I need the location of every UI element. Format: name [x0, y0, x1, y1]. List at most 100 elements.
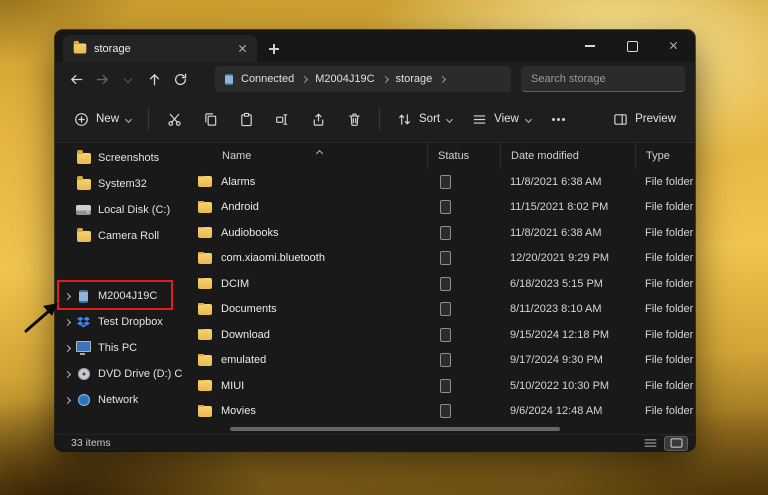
table-row-com-xiaomi-bluetooth[interactable]: com.xiaomi.bluetooth 12/20/2021 9:29 PM … [187, 246, 695, 272]
status-cell [427, 251, 500, 265]
table-row-documents[interactable]: Documents 8/11/2023 8:10 AM File folder [187, 297, 695, 323]
new-button[interactable]: New [65, 103, 140, 135]
delete-button[interactable] [337, 103, 371, 135]
copy-icon [203, 112, 218, 127]
close-button[interactable] [653, 30, 695, 62]
expand-chevron-icon[interactable] [60, 320, 74, 325]
up-button[interactable] [141, 66, 167, 92]
sidebar-item-system32[interactable]: System32 [55, 171, 187, 197]
large-icons-view-button[interactable] [665, 437, 687, 450]
preview-button[interactable]: Preview [604, 103, 685, 135]
chevron-right-icon[interactable] [382, 75, 389, 82]
recent-locations-button[interactable] [115, 66, 141, 92]
paste-button[interactable] [229, 103, 263, 135]
table-row-download[interactable]: Download 9/15/2024 12:18 PM File folder [187, 322, 695, 348]
expand-chevron-icon[interactable] [60, 398, 74, 403]
sidebar-item-m2004j19c[interactable]: M2004J19C [55, 283, 187, 309]
table-row-dcim[interactable]: DCIM 6/18/2023 5:15 PM File folder [187, 271, 695, 297]
back-button[interactable] [63, 66, 89, 92]
folder-icon [198, 278, 212, 289]
more-options-button[interactable] [542, 103, 576, 135]
column-header-status[interactable]: Status [427, 143, 500, 169]
sidebar-item-label: Local Disk (C:) [98, 204, 170, 216]
expand-chevron-icon[interactable] [60, 346, 74, 351]
type-cell: File folder [635, 329, 695, 341]
sidebar-item-local-disk-c[interactable]: Local Disk (C:) [55, 197, 187, 223]
sidebar-item-label: This PC [98, 342, 137, 354]
status-cell [427, 200, 500, 214]
new-tab-button[interactable] [265, 40, 283, 58]
date-modified-cell: 5/10/2022 10:30 PM [500, 380, 635, 392]
search-box [521, 66, 687, 92]
sidebar-item-label: DVD Drive (D:) C [98, 368, 182, 380]
type-cell: File folder [635, 354, 695, 366]
new-label: New [96, 113, 119, 125]
rename-button[interactable] [265, 103, 299, 135]
date-modified-cell: 12/20/2021 9:29 PM [500, 252, 635, 264]
type-cell: File folder [635, 303, 695, 315]
up-arrow-icon [147, 72, 162, 87]
tab-storage[interactable]: storage [63, 35, 257, 62]
device-phone-icon [225, 74, 233, 85]
file-name-cell: Movies [187, 405, 427, 417]
table-row-miui[interactable]: MIUI 5/10/2022 10:30 PM File folder [187, 373, 695, 399]
cut-button[interactable] [157, 103, 191, 135]
share-button[interactable] [301, 103, 335, 135]
share-icon [311, 112, 326, 127]
folder-icon [198, 176, 212, 187]
breadcrumb-device[interactable]: M2004J19C [315, 73, 374, 85]
type-cell: File folder [635, 176, 695, 188]
table-row-alarms[interactable]: Alarms 11/8/2021 6:38 AM File folder [187, 169, 695, 195]
details-view-button[interactable] [639, 437, 661, 450]
view-icon [472, 112, 487, 127]
chevron-right-icon[interactable] [439, 75, 446, 82]
view-label: View [494, 113, 519, 125]
folder-icon [198, 227, 212, 238]
search-input[interactable] [521, 66, 685, 92]
sidebar-item-camera-roll[interactable]: Camera Roll [55, 223, 187, 249]
table-row-android[interactable]: Android 11/15/2021 8:02 PM File folder [187, 195, 695, 221]
maximize-icon [627, 41, 638, 52]
sort-icon [397, 112, 412, 127]
sidebar-item-test-dropbox[interactable]: Test Dropbox [55, 309, 187, 335]
titlebar: storage [55, 30, 695, 62]
expand-chevron-icon[interactable] [60, 294, 74, 299]
sort-label: Sort [419, 113, 440, 125]
table-row-emulated[interactable]: emulated 9/17/2024 9:30 PM File folder [187, 348, 695, 374]
date-modified-cell: 6/18/2023 5:15 PM [500, 278, 635, 290]
file-name-cell: MIUI [187, 380, 427, 392]
sidebar-item-network[interactable]: Network [55, 387, 187, 413]
tab-close-button[interactable] [233, 40, 251, 58]
forward-button[interactable] [89, 66, 115, 92]
minimize-icon [585, 45, 595, 46]
folder-icon [198, 380, 212, 391]
sort-button[interactable]: Sort [388, 103, 461, 135]
column-header-date-modified[interactable]: Date modified [500, 143, 635, 169]
file-name: Documents [221, 303, 277, 315]
minimize-button[interactable] [569, 30, 611, 62]
table-row-audiobooks[interactable]: Audiobooks 11/8/2021 6:38 AM File folder [187, 220, 695, 246]
maximize-button[interactable] [611, 30, 653, 62]
column-header-type[interactable]: Type [635, 143, 695, 169]
column-header-name[interactable]: Name [187, 143, 427, 169]
copy-button[interactable] [193, 103, 227, 135]
date-modified-cell: 11/8/2021 6:38 AM [500, 176, 635, 188]
horizontal-scrollbar[interactable] [230, 427, 560, 431]
status-cell [427, 302, 500, 316]
type-cell: File folder [635, 380, 695, 392]
breadcrumb-storage[interactable]: storage [396, 73, 433, 85]
breadcrumb-connected[interactable]: Connected [241, 73, 294, 85]
chevron-right-icon[interactable] [301, 75, 308, 82]
sidebar-item-screenshots[interactable]: Screenshots [55, 145, 187, 171]
status-icon [440, 251, 451, 265]
date-modified-cell: 9/15/2024 12:18 PM [500, 329, 635, 341]
sidebar-item-dvd-drive[interactable]: DVD Drive (D:) C [55, 361, 187, 387]
table-row-movies[interactable]: Movies 9/6/2024 12:48 AM File folder [187, 399, 695, 425]
refresh-button[interactable] [167, 66, 193, 92]
expand-chevron-icon[interactable] [60, 372, 74, 377]
type-cell: File folder [635, 405, 695, 417]
sidebar-item-this-pc[interactable]: This PC [55, 335, 187, 361]
view-button[interactable]: View [463, 103, 540, 135]
breadcrumb: Connected M2004J19C storage [215, 66, 511, 92]
phone-icon [74, 290, 93, 303]
